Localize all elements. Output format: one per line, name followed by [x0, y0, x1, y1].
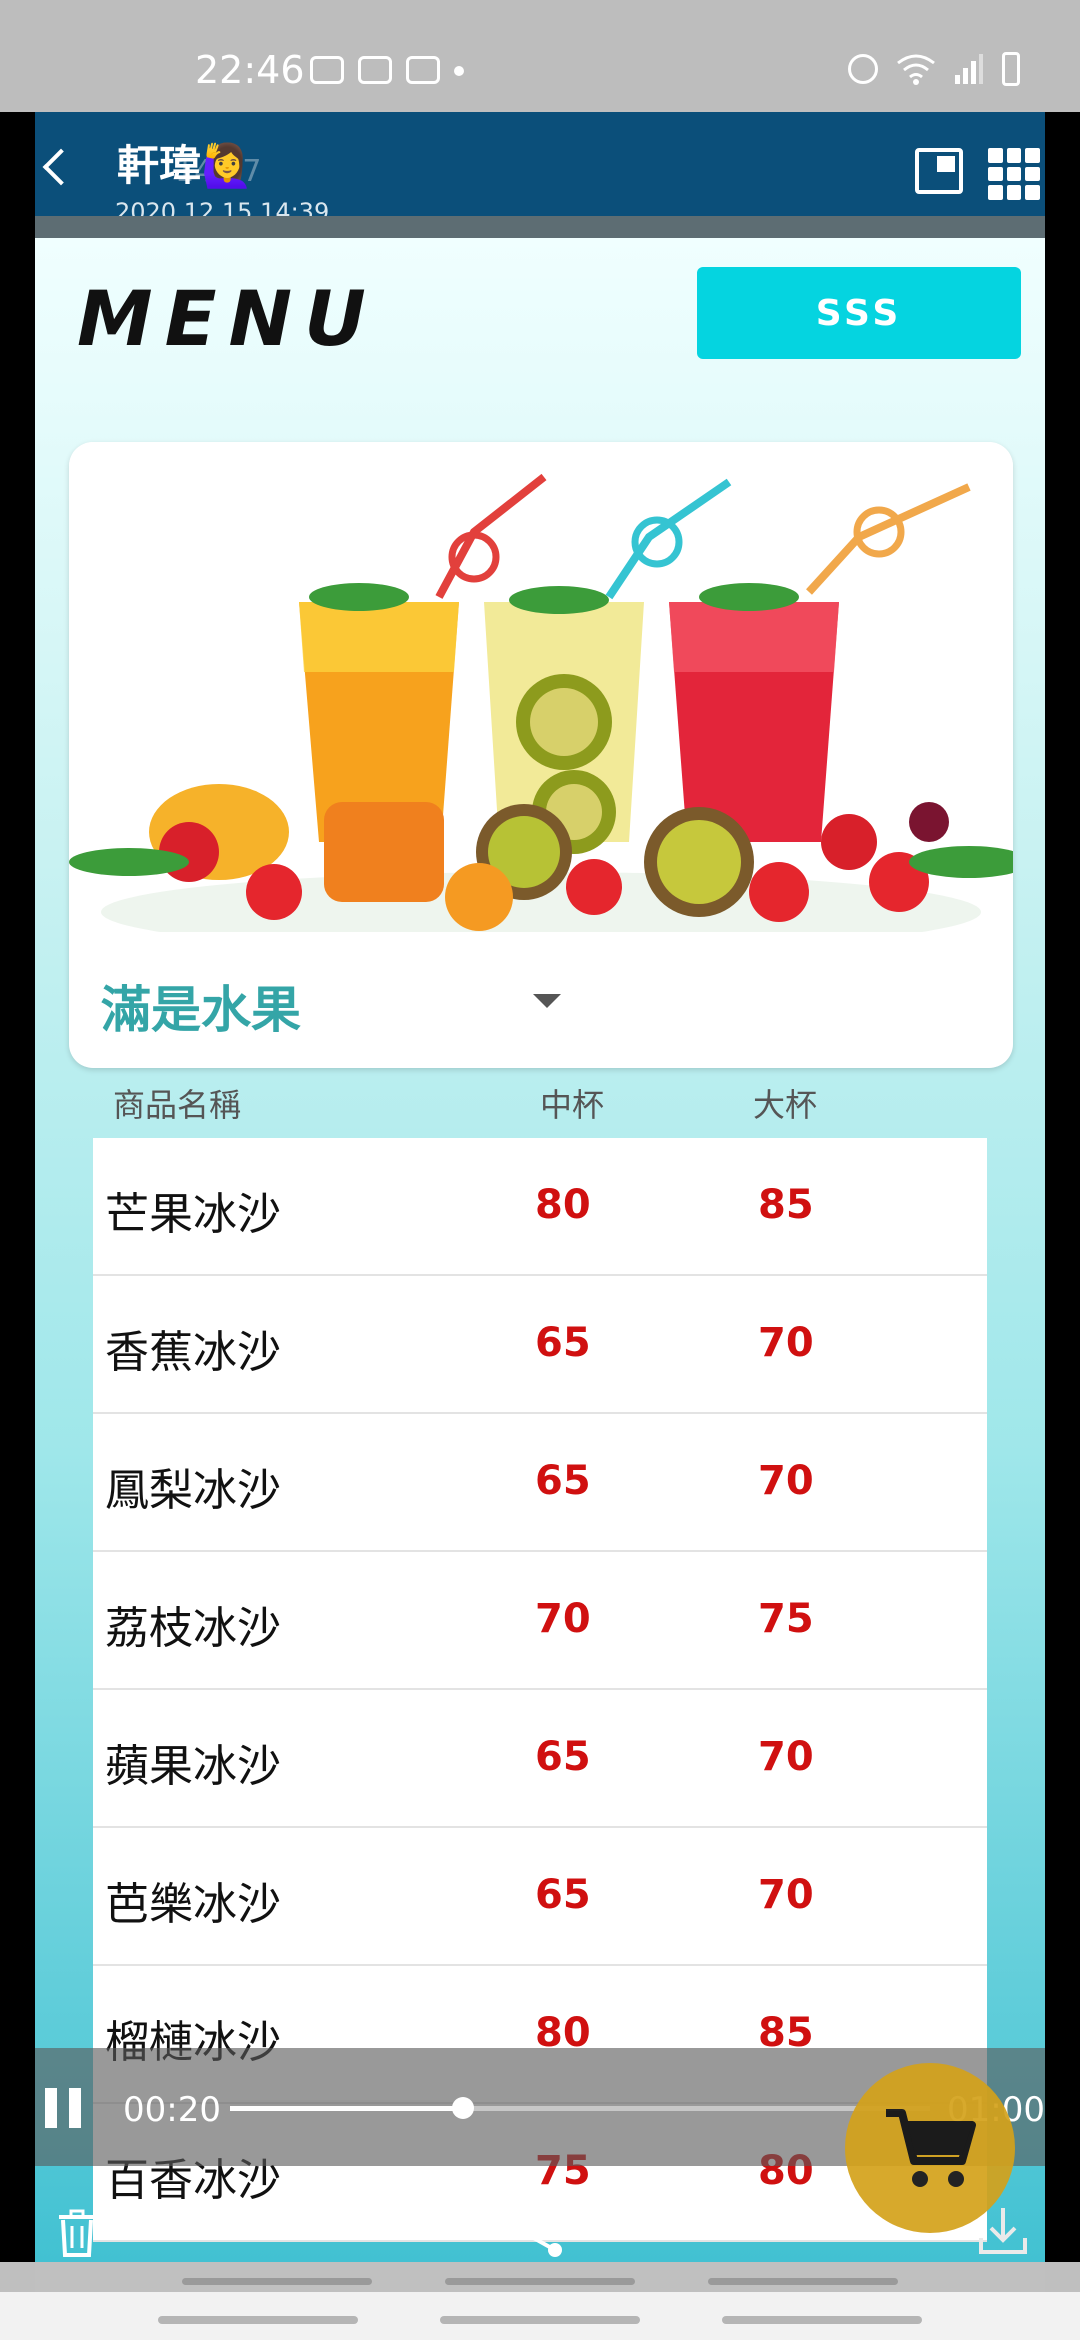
dash	[708, 2278, 898, 2285]
menu-title: MENU	[77, 274, 378, 363]
item-name: 荔枝冰沙	[105, 1603, 281, 1654]
price-medium: 65	[535, 1320, 591, 1366]
price-medium: 65	[535, 1458, 591, 1504]
table-row: 香蕉冰沙 65 70	[93, 1276, 987, 1414]
picture-in-picture-icon[interactable]	[915, 148, 963, 194]
price-medium: 80	[535, 1182, 591, 1228]
price-large: 70	[758, 1458, 814, 1504]
price-medium: 70	[535, 1596, 591, 1642]
trash-icon[interactable]	[55, 2208, 99, 2258]
grid-menu-icon[interactable]	[988, 148, 1040, 200]
dropdown-arrow-icon[interactable]	[533, 994, 561, 1008]
sss-button[interactable]: SSS	[697, 267, 1021, 359]
table-row: 芭樂冰沙 65 70	[93, 1828, 987, 1966]
nav-back-handle[interactable]	[158, 2316, 358, 2324]
item-name: 鳳梨冰沙	[105, 1465, 281, 1516]
price-large: 85	[758, 1182, 814, 1228]
media-actions-bar	[35, 2166, 1045, 2262]
download-icon[interactable]	[975, 2202, 1031, 2258]
system-icons	[848, 52, 1020, 86]
chat-name: 軒瑋🙋‍♀️	[117, 141, 254, 190]
chat-header: 14:37 軒瑋🙋‍♀️ 2020.12.15 14:39	[35, 112, 1045, 226]
webtoon-icon	[406, 56, 440, 84]
price-medium: 65	[535, 1872, 591, 1918]
column-header-name: 商品名稱	[113, 1086, 242, 1124]
letterbox-right	[1045, 112, 1080, 2262]
table-row: 蘋果冰沙 65 70	[93, 1690, 987, 1828]
signal-icon	[955, 54, 983, 84]
letterbox-left	[0, 112, 35, 2262]
item-name: 香蕉冰沙	[105, 1327, 281, 1378]
camera-icon	[310, 56, 344, 84]
back-arrow-icon[interactable]	[40, 146, 70, 186]
column-header-large: 大杯	[753, 1086, 818, 1124]
wifi-icon	[897, 54, 935, 85]
item-name: 芒果冰沙	[105, 1189, 281, 1240]
column-header-medium: 中杯	[540, 1086, 605, 1124]
table-row: 荔枝冰沙 70 75	[93, 1552, 987, 1690]
seek-bar-progress	[230, 2106, 464, 2111]
dash	[445, 2278, 635, 2285]
seek-bar[interactable]	[230, 2097, 930, 2119]
price-large: 70	[758, 1320, 814, 1366]
notification-icons	[310, 56, 464, 84]
instagram-icon	[358, 56, 392, 84]
current-time: 00:20	[123, 2090, 221, 2130]
navigation-bar	[0, 2292, 1080, 2340]
nav-recents-handle[interactable]	[722, 2316, 922, 2324]
table-row: 芒果冰沙 80 85	[93, 1138, 987, 1276]
alarm-icon	[848, 54, 878, 84]
status-bar: 22:46	[0, 0, 1080, 110]
dash	[182, 2278, 372, 2285]
category-dropdown-value[interactable]: 滿是水果	[101, 970, 301, 1042]
item-name: 蘋果冰沙	[105, 1741, 281, 1792]
status-time: 22:46	[195, 48, 305, 92]
fruit-drinks-image	[69, 442, 1013, 932]
price-large: 75	[758, 1596, 814, 1642]
pause-icon[interactable]	[45, 2088, 85, 2128]
video-bottom-strip	[35, 2262, 1045, 2292]
item-name: 芭樂冰沙	[105, 1879, 281, 1930]
category-card: 滿是水果	[69, 442, 1013, 1068]
nav-home-handle[interactable]	[440, 2316, 640, 2324]
table-header: 商品名稱 中杯 大杯	[35, 1080, 1045, 1130]
video-frame[interactable]: 14:37 軒瑋🙋‍♀️ 2020.12.15 14:39 MENU SSS	[35, 112, 1045, 2262]
table-row: 鳳梨冰沙 65 70	[93, 1414, 987, 1552]
seek-thumb[interactable]	[452, 2097, 475, 2119]
battery-icon	[1002, 52, 1020, 86]
price-large: 70	[758, 1872, 814, 1918]
more-notifications-dot	[454, 66, 464, 76]
price-large: 70	[758, 1734, 814, 1780]
share-icon[interactable]	[511, 2204, 567, 2260]
price-medium: 65	[535, 1734, 591, 1780]
header-divider	[35, 216, 1045, 238]
